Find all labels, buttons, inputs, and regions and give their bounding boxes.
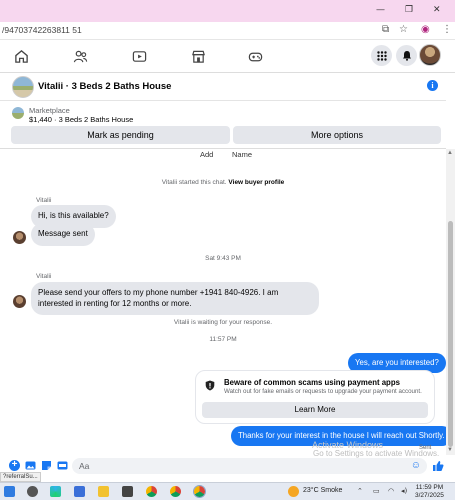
status-url-tooltip: ?referralSu...: [0, 472, 41, 482]
profile-avatar[interactable]: [419, 44, 441, 66]
more-options-button[interactable]: More options: [233, 126, 441, 144]
activate-windows-hint: Go to Settings to activate Windows.: [313, 449, 440, 458]
add-plus-icon[interactable]: +: [9, 460, 20, 471]
weather-icon[interactable]: [288, 486, 299, 497]
sticker-icon[interactable]: [41, 460, 52, 471]
waiting-notice: Vitalii is waiting for your response.: [173, 319, 273, 326]
notifications-bell-icon[interactable]: [396, 45, 417, 66]
scroll-up-icon[interactable]: ▲: [447, 150, 453, 156]
minimize-icon[interactable]: —: [376, 5, 385, 15]
listing-avatar: [12, 76, 34, 98]
facebook-top-nav: [0, 40, 455, 73]
chat-started-notice: Vitalii started this chat. View buyer pr…: [0, 179, 446, 186]
chrome-icon[interactable]: [146, 486, 157, 497]
add-column-label: Add: [200, 150, 214, 159]
gif-icon[interactable]: [57, 460, 68, 471]
marketplace-icon[interactable]: [191, 49, 206, 64]
url-text[interactable]: /94703742263811 51: [2, 25, 82, 35]
info-icon[interactable]: i: [427, 80, 438, 91]
listing-price[interactable]: $1,440 · 3 Beds 2 Baths House: [29, 115, 133, 124]
home-icon[interactable]: [14, 49, 29, 64]
timestamp: 11:57 PM: [209, 336, 237, 343]
browser-title-bar: — ❐ ✕: [0, 0, 455, 22]
chat-scrollbar[interactable]: ▲ ▼: [446, 149, 455, 455]
edge-browser-icon[interactable]: [50, 486, 61, 497]
photo-icon[interactable]: [25, 460, 36, 471]
volume-icon[interactable]: ◂): [401, 487, 407, 495]
start-windows-icon[interactable]: [4, 486, 15, 497]
message-input[interactable]: Aa ☺: [72, 458, 427, 474]
listing-panel: Marketplace $1,440 · 3 Beds 2 Baths Hous…: [0, 101, 446, 149]
chat-header: Vitalii · 3 Beds 2 Baths House i: [0, 73, 446, 101]
shield-icon: [205, 380, 215, 391]
message-composer: + Aa ☺: [0, 455, 455, 477]
view-buyer-profile-link[interactable]: View buyer profile: [228, 179, 284, 186]
menu-grid-icon[interactable]: [371, 45, 392, 66]
scam-warning-title: Beware of common scams using payment app…: [224, 378, 400, 387]
gaming-icon[interactable]: [248, 49, 263, 64]
scam-warning-description: Watch out for fake emails or requests to…: [224, 388, 422, 395]
started-text: Vitalii started this chat.: [161, 179, 229, 186]
taskbar-app-icon[interactable]: [74, 486, 85, 497]
scam-warning-card: Beware of common scams using payment app…: [195, 370, 435, 424]
close-window-icon[interactable]: ✕: [433, 5, 441, 15]
emoji-icon[interactable]: ☺: [411, 460, 421, 471]
taskbar-app-icon[interactable]: [27, 486, 38, 497]
name-column-label: Name: [232, 150, 253, 159]
incoming-message[interactable]: Message sent: [31, 223, 95, 246]
sender-name: Vitalii: [36, 197, 52, 204]
browser-profile-icon[interactable]: ◉: [421, 24, 430, 35]
system-clock[interactable]: 11:59 PM 3/27/2025: [415, 484, 444, 500]
message-placeholder: Aa: [79, 461, 90, 471]
windows-taskbar: 23°C Smoke ⌃ ▭ ◠ ◂) 11:59 PM 3/27/2025: [0, 482, 455, 500]
scroll-down-icon[interactable]: ▼: [447, 447, 453, 453]
install-app-icon[interactable]: ⧉: [382, 24, 389, 35]
mark-as-pending-button[interactable]: Mark as pending: [11, 126, 230, 144]
network-icon[interactable]: ▭: [373, 487, 380, 495]
listing-thumbnail[interactable]: [12, 107, 24, 119]
address-bar[interactable]: /94703742263811 51 ⧉ ☆ ◉ ⋮: [0, 22, 455, 40]
file-explorer-icon[interactable]: [98, 486, 109, 497]
chrome-active-icon[interactable]: [193, 485, 206, 498]
sender-avatar[interactable]: [13, 295, 26, 308]
learn-more-button[interactable]: Learn More: [202, 402, 428, 418]
chrome-icon[interactable]: [170, 486, 181, 497]
incoming-message[interactable]: Please send your offers to my phone numb…: [31, 282, 319, 315]
scrollbar-thumb[interactable]: [448, 221, 453, 447]
marketplace-label: Marketplace: [29, 106, 70, 115]
video-icon[interactable]: [132, 49, 147, 64]
taskbar-app-icon[interactable]: [122, 486, 133, 497]
bookmark-star-icon[interactable]: ☆: [399, 24, 408, 35]
sender-name: Vitalii: [36, 273, 52, 280]
clock-date: 3/27/2025: [415, 492, 444, 499]
sender-avatar[interactable]: [13, 231, 26, 244]
tray-arrow-icon[interactable]: ⌃: [357, 487, 363, 495]
restore-icon[interactable]: ❐: [405, 5, 413, 15]
timestamp: Sat 9:43 PM: [205, 255, 241, 262]
friends-icon[interactable]: [73, 49, 88, 64]
browser-menu-icon[interactable]: ⋮: [442, 24, 452, 35]
chat-messages: Add Name Vitalii started this chat. View…: [0, 149, 446, 455]
thumbs-up-icon[interactable]: [432, 460, 444, 471]
clock-time: 11:59 PM: [415, 484, 444, 491]
weather-text[interactable]: 23°C Smoke: [303, 487, 342, 494]
chat-title: Vitalii · 3 Beds 2 Baths House: [38, 81, 172, 92]
wifi-icon[interactable]: ◠: [388, 487, 394, 495]
